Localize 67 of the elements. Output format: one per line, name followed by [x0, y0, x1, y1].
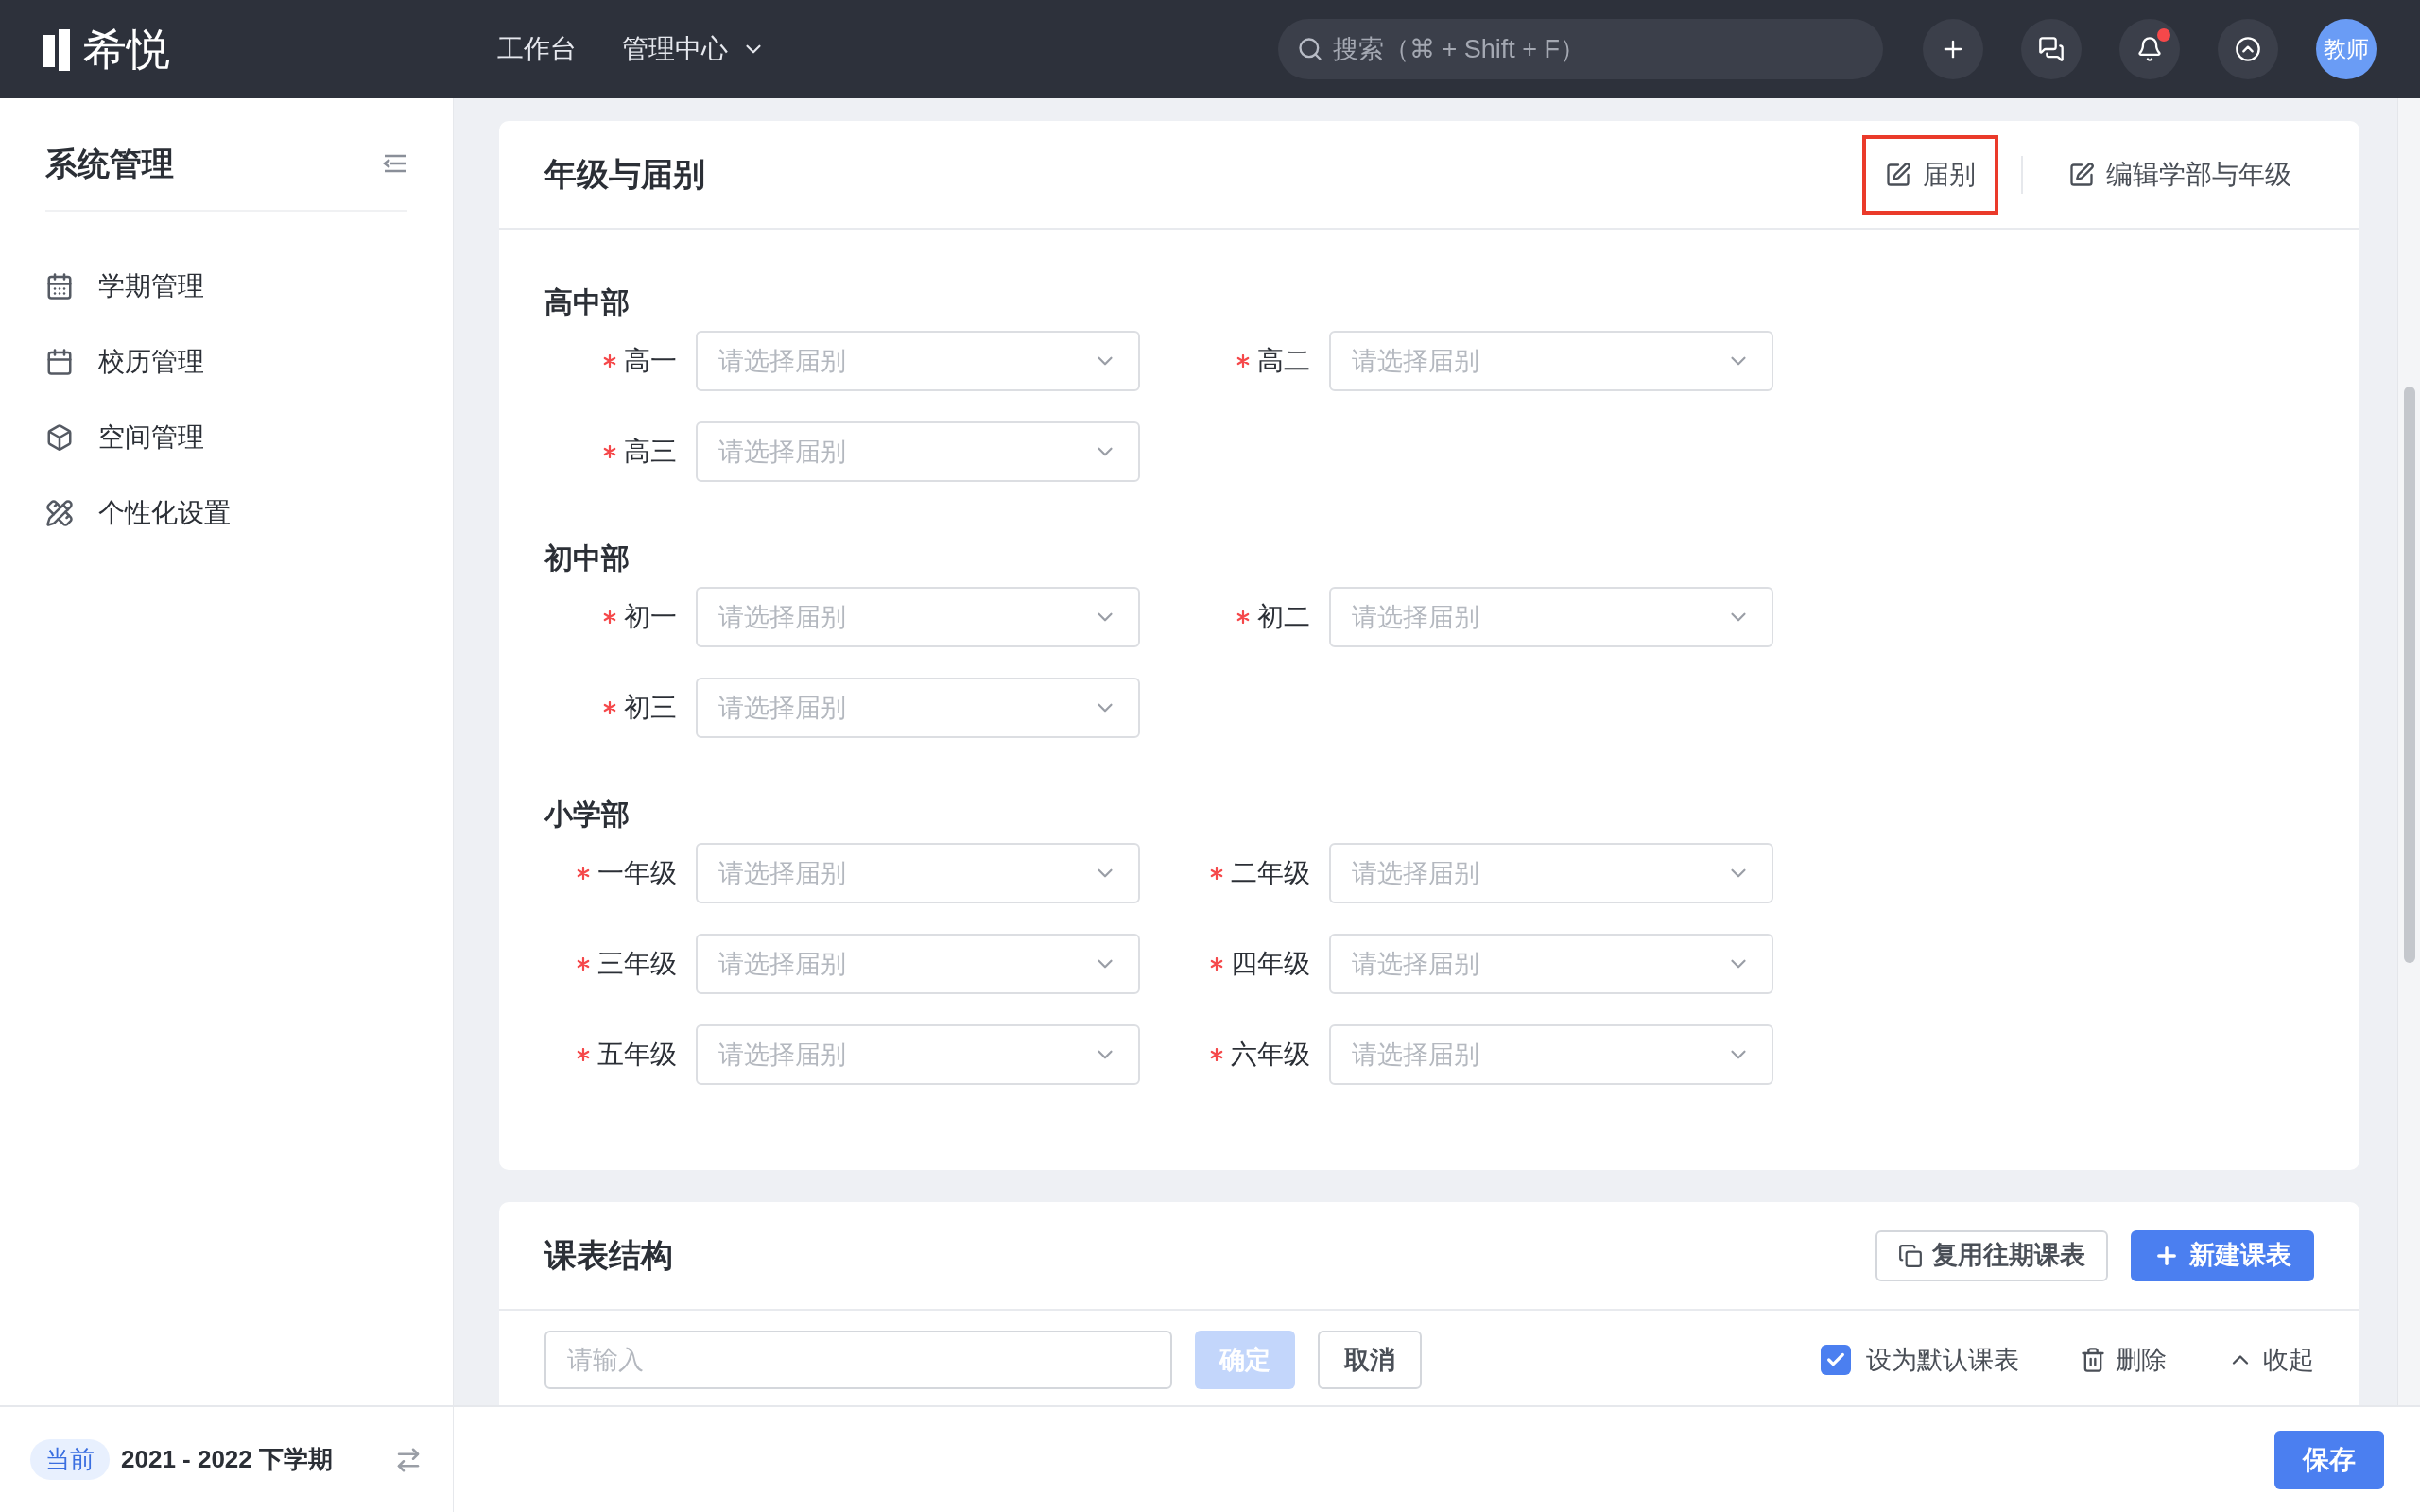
- search-icon: [1297, 36, 1323, 62]
- sidebar-item[interactable]: 空间管理: [45, 416, 407, 459]
- select-field[interactable]: 请选择届别: [696, 934, 1140, 994]
- field-label: 五年级: [597, 1039, 677, 1071]
- field-label: 四年级: [1231, 948, 1310, 980]
- search-field[interactable]: 搜索（⌘ + Shift + F）: [1278, 19, 1883, 79]
- cancel-button[interactable]: 取消: [1318, 1331, 1422, 1389]
- card-title: 年级与届别: [544, 155, 705, 194]
- select-field[interactable]: 请选择届别: [696, 1024, 1140, 1085]
- search-placeholder: 搜索（⌘ + Shift + F）: [1333, 33, 1586, 65]
- trash-icon: [2080, 1347, 2106, 1373]
- user-avatar[interactable]: 教师: [2316, 19, 2377, 79]
- chevron-circle-icon: [2235, 36, 2261, 62]
- field-label: 初一: [624, 601, 677, 633]
- nav-link[interactable]: 管理中心: [622, 29, 766, 69]
- cube-icon: [45, 423, 74, 452]
- reuse-timetable-button[interactable]: 复用往期课表: [1876, 1229, 2108, 1281]
- select-field[interactable]: 请选择届别: [696, 678, 1140, 738]
- sidebar-item[interactable]: 校历管理: [45, 340, 407, 384]
- logo-text: 希悦: [83, 27, 170, 71]
- field-label: 高一: [624, 345, 677, 377]
- nav-link[interactable]: 工作台: [497, 29, 577, 69]
- select-field[interactable]: 请选择届别: [1329, 587, 1773, 647]
- section-title: 初中部: [544, 541, 631, 576]
- sidebar-item[interactable]: 学期管理: [45, 265, 407, 308]
- pencil-ruler-icon: [45, 499, 74, 527]
- edit-icon: [1885, 161, 1911, 188]
- select-field[interactable]: 请选择届别: [1329, 843, 1773, 903]
- select-field[interactable]: 请选择届别: [696, 331, 1140, 391]
- checkbox-label: 设为默认课表: [1866, 1344, 2019, 1376]
- section-title: 小学部: [544, 798, 631, 832]
- select-field[interactable]: 请选择届别: [1329, 331, 1773, 391]
- calendar-icon: [45, 272, 74, 301]
- calendar-grid-icon: [45, 348, 74, 376]
- select-field[interactable]: 请选择届别: [696, 421, 1140, 482]
- edit-icon: [2068, 161, 2095, 188]
- save-button[interactable]: 保存: [2274, 1430, 2384, 1489]
- scrollbar[interactable]: [2397, 98, 2420, 1405]
- card-title: 课表结构: [544, 1236, 673, 1275]
- select-field[interactable]: 请选择届别: [696, 587, 1140, 647]
- field-label: 三年级: [597, 948, 677, 980]
- copy-icon: [1898, 1243, 1923, 1268]
- delete-link[interactable]: 删除: [2080, 1340, 2167, 1380]
- current-term: 2021 - 2022 下学期: [121, 1444, 333, 1475]
- default-checkbox[interactable]: [1821, 1345, 1851, 1375]
- bell-icon: [2136, 36, 2163, 62]
- select-field[interactable]: 请选择届别: [1329, 934, 1773, 994]
- field-label: 初二: [1257, 601, 1310, 633]
- field-label: 一年级: [597, 857, 677, 889]
- sidebar-item[interactable]: 个性化设置: [45, 491, 407, 535]
- edit-link[interactable]: 届别: [1862, 134, 1998, 215]
- collapse-link[interactable]: 收起: [2227, 1340, 2314, 1380]
- current-badge: 当前: [30, 1439, 110, 1480]
- field-label: 高三: [624, 436, 677, 468]
- sidebar-title: 系统管理: [45, 144, 174, 183]
- field-label: 初三: [624, 692, 677, 724]
- collapse-menu-icon[interactable]: [383, 153, 407, 174]
- new-timetable-button[interactable]: 新建课表: [2131, 1229, 2314, 1281]
- section-title: 高中部: [544, 285, 631, 319]
- select-field[interactable]: 请选择届别: [696, 843, 1140, 903]
- edit-link[interactable]: 编辑学部与年级: [2046, 134, 2314, 215]
- field-label: 六年级: [1231, 1039, 1310, 1071]
- timetable-name-input[interactable]: 请输入: [544, 1331, 1172, 1389]
- chat-icon: [2038, 36, 2065, 62]
- field-label: 高二: [1257, 345, 1310, 377]
- select-field[interactable]: 请选择届别: [1329, 1024, 1773, 1085]
- field-label: 二年级: [1231, 857, 1310, 889]
